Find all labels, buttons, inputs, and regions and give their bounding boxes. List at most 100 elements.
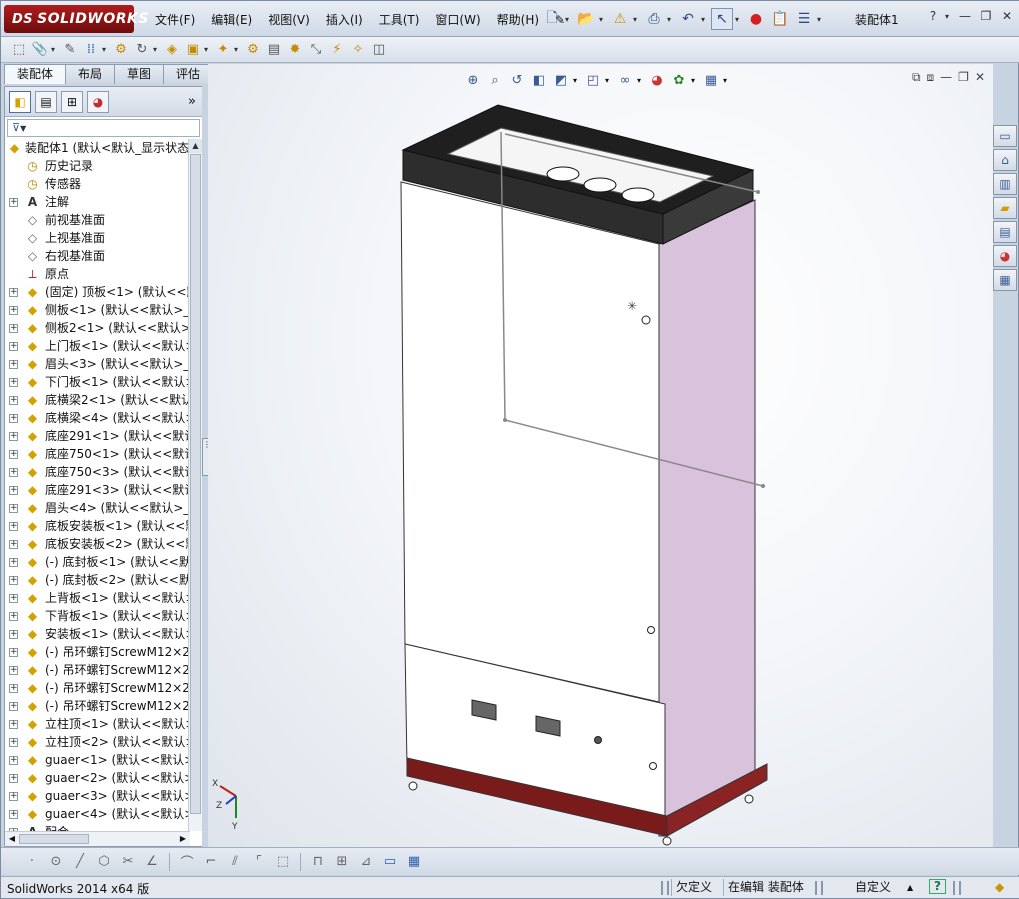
feature-manager-tab-icon[interactable]: ◧: [9, 90, 31, 113]
tree-item[interactable]: ◇ 前视基准面: [5, 211, 190, 229]
restore-icon[interactable]: ❐: [977, 7, 995, 25]
tree-item[interactable]: ◇ 上视基准面: [5, 229, 190, 247]
traffic-light-icon[interactable]: ●: [745, 8, 767, 30]
tree-item[interactable]: + ◆ 眉头<3> (默认<<默认>_显: [5, 355, 190, 373]
new-document-icon[interactable]: 🗋: [541, 8, 563, 30]
expand-toggle-icon[interactable]: +: [9, 558, 18, 567]
rebuild-dropdown-icon[interactable]: ▾: [633, 15, 641, 24]
corner-rectangle-icon[interactable]: ⌜: [248, 852, 270, 872]
clearance-verification-icon[interactable]: ✧: [348, 40, 368, 60]
tree-item[interactable]: + ◆ 下门板<1> (默认<<默认>_: [5, 373, 190, 391]
polygon-icon[interactable]: ⬡: [93, 852, 115, 872]
tag-icon[interactable]: ◆: [991, 879, 1008, 896]
move-component-icon[interactable]: ↻: [132, 40, 152, 60]
scroll-thumb[interactable]: [190, 154, 201, 814]
insert-component-icon[interactable]: ⬚: [9, 40, 29, 60]
menu-tools[interactable]: 工具(T): [371, 11, 428, 29]
expand-toggle-icon[interactable]: +: [9, 756, 18, 765]
tree-item[interactable]: + ◆ 上背板<1> (默认<<默认>_: [5, 589, 190, 607]
print-dropdown-icon[interactable]: ▾: [667, 15, 675, 24]
expand-toggle-icon[interactable]: +: [9, 198, 18, 207]
tree-item[interactable]: + ◆ 安装板<1> (默认<<默认>_: [5, 625, 190, 643]
design-library-icon[interactable]: ▥: [993, 173, 1017, 195]
solidworks-resources-icon[interactable]: ▭: [993, 125, 1017, 147]
help-dropdown-icon[interactable]: ▾: [945, 12, 953, 21]
tree-item[interactable]: + ◆ (-) 底封板<1> (默认<<默认: [5, 553, 190, 571]
close-icon[interactable]: ✕: [998, 7, 1016, 25]
window-icon[interactable]: ▭: [379, 852, 401, 872]
expand-toggle-icon[interactable]: +: [9, 504, 18, 513]
custom-properties-icon[interactable]: ▦: [993, 269, 1017, 291]
new-dropdown-icon[interactable]: ▾: [565, 15, 573, 24]
tab-layout[interactable]: 布局: [65, 64, 116, 84]
circle-icon[interactable]: ⊙: [45, 852, 67, 872]
tree-item[interactable]: + A 注解: [5, 193, 190, 211]
expand-toggle-icon[interactable]: +: [9, 702, 18, 711]
print-icon[interactable]: ⎙: [643, 8, 665, 30]
mate-dropdown-icon[interactable]: ▾: [51, 45, 59, 54]
scroll-up-icon[interactable]: ▲: [189, 139, 202, 153]
angle-icon[interactable]: ⊿: [355, 852, 377, 872]
tree-item[interactable]: + ◆ 眉头<4> (默认<<默认>_显: [5, 499, 190, 517]
home-icon[interactable]: ⌂: [993, 149, 1017, 171]
expand-toggle-icon[interactable]: +: [9, 432, 18, 441]
expand-toggle-icon[interactable]: +: [9, 342, 18, 351]
expand-toggle-icon[interactable]: +: [9, 414, 18, 423]
tree-item[interactable]: + ◆ (-) 底封板<2> (默认<<默认: [5, 571, 190, 589]
options-dropdown-icon[interactable]: ▾: [817, 15, 825, 24]
grid-icon[interactable]: ⊞: [331, 852, 353, 872]
dimension-icon[interactable]: ⊓: [307, 852, 329, 872]
smart-fasteners-icon[interactable]: ⚙: [111, 40, 131, 60]
tree-item[interactable]: ⟂ 原点: [5, 265, 190, 283]
tree-item[interactable]: + ◆ guaer<1> (默认<<默认>_显: [5, 751, 190, 769]
minimize-icon[interactable]: —: [956, 7, 974, 25]
tree-item[interactable]: + ◆ 底座750<1> (默认<<默认>_: [5, 445, 190, 463]
tree-item[interactable]: + ◆ 底座750<3> (默认<<默认>_: [5, 463, 190, 481]
select-arrow-icon[interactable]: ↖: [711, 8, 733, 30]
menu-view[interactable]: 视图(V): [260, 11, 318, 29]
expand-toggle-icon[interactable]: +: [9, 522, 18, 531]
tree-item[interactable]: + ◆ (-) 吊环螺钉ScrewM12×22[G: [5, 661, 190, 679]
expand-toggle-icon[interactable]: +: [9, 576, 18, 585]
expand-toggle-icon[interactable]: +: [9, 666, 18, 675]
tree-item[interactable]: ◷ 历史记录: [5, 157, 190, 175]
instant3d-icon[interactable]: ◫: [369, 40, 389, 60]
undo-dropdown-icon[interactable]: ▾: [701, 15, 709, 24]
extend-icon[interactable]: ∠: [141, 852, 163, 872]
undo-icon[interactable]: ↶: [677, 8, 699, 30]
trim-icon[interactable]: ✂: [117, 852, 139, 872]
expand-toggle-icon[interactable]: +: [9, 792, 18, 801]
expand-toggle-icon[interactable]: +: [9, 612, 18, 621]
horizontal-scroll-thumb[interactable]: [19, 834, 89, 844]
expand-toggle-icon[interactable]: +: [9, 324, 18, 333]
tree-filter[interactable]: ⊽▼: [7, 119, 200, 137]
table-icon[interactable]: ▦: [403, 852, 425, 872]
features-dropdown-icon[interactable]: ▾: [204, 45, 212, 54]
graphics-area[interactable]: ⊕ ⌕ ↺ ◧ ◩▾ ◰▾ ∞▾ ◕ ✿▾ ▦▾ ⧉ ⧈ — ❐ ✕: [208, 64, 993, 847]
mate-icon[interactable]: 📎: [30, 40, 50, 60]
chamfer-icon[interactable]: ⌐: [200, 852, 222, 872]
file-explorer-icon[interactable]: ▰: [993, 197, 1017, 219]
expand-toggle-icon[interactable]: +: [9, 396, 18, 405]
bill-of-materials-icon[interactable]: ▤: [264, 40, 284, 60]
expand-toggle-icon[interactable]: +: [9, 378, 18, 387]
expand-toggle-icon[interactable]: +: [9, 774, 18, 783]
tab-evaluate[interactable]: 评估: [163, 64, 214, 84]
interference-detection-icon[interactable]: ⚡: [327, 40, 347, 60]
tree-item[interactable]: ◇ 右视基准面: [5, 247, 190, 265]
select-dropdown-icon[interactable]: ▾: [735, 15, 743, 24]
menu-edit[interactable]: 编辑(E): [203, 11, 260, 29]
offset-icon[interactable]: ⫽: [224, 852, 246, 872]
tree-item[interactable]: + ◆ 底座291<3> (默认<<默认>_: [5, 481, 190, 499]
cabinet-model[interactable]: ✳: [208, 64, 993, 847]
expand-toggle-icon[interactable]: +: [9, 540, 18, 549]
tree-item[interactable]: + ◆ guaer<4> (默认<<默认>_显: [5, 805, 190, 823]
component-pattern-icon[interactable]: ⁞⁞: [81, 40, 101, 60]
scroll-right-icon[interactable]: ▶: [176, 832, 190, 846]
tree-root[interactable]: ◆ 装配体1 (默认<默认_显示状态-: [5, 139, 190, 157]
tree-item[interactable]: + ◆ (-) 吊环螺钉ScrewM12×22[G: [5, 643, 190, 661]
tree-item[interactable]: + ◆ 底横梁2<1> (默认<<默认>: [5, 391, 190, 409]
tree-item[interactable]: + ◆ (固定) 顶板<1> (默认<<默认: [5, 283, 190, 301]
tab-assembly[interactable]: 装配体: [4, 64, 67, 84]
explode-line-sketch-icon[interactable]: ⤡: [306, 40, 326, 60]
